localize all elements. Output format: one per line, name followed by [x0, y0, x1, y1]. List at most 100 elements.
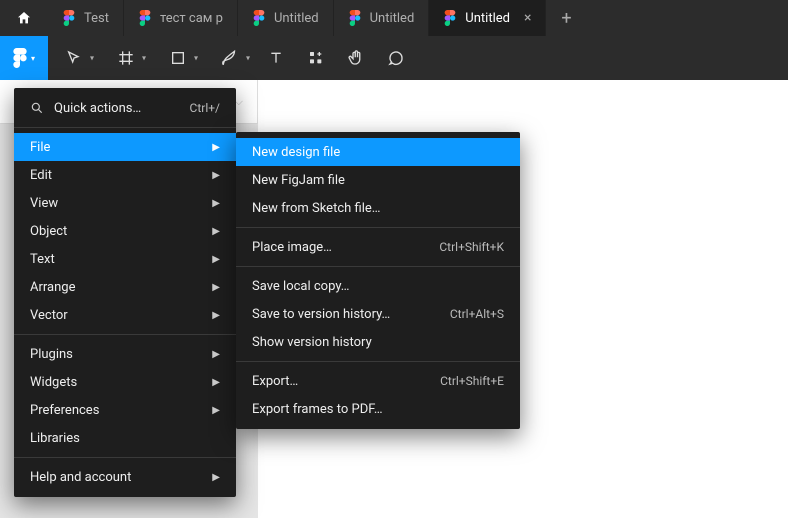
home-icon: [16, 10, 32, 26]
menu-label: Export frames to PDF…: [252, 402, 383, 417]
chevron-down-icon: ▾: [31, 54, 35, 63]
menu-preferences[interactable]: Preferences ▶: [14, 396, 236, 424]
close-tab-icon[interactable]: ×: [524, 10, 531, 26]
menu-separator: [14, 127, 236, 128]
menu-label: New FigJam file: [252, 173, 345, 188]
chevron-right-icon: ▶: [212, 310, 220, 321]
file-submenu: New design file New FigJam file New from S…: [236, 132, 520, 429]
menu-label: Export…: [252, 374, 298, 389]
chevron-down-icon: ▾: [90, 54, 94, 63]
menu-shortcut: Ctrl+Shift+K: [439, 240, 504, 254]
tab-label: Untitled: [274, 11, 319, 26]
chevron-right-icon: ▶: [212, 198, 220, 209]
pen-tool[interactable]: ▾: [204, 36, 256, 80]
figma-file-icon: [348, 11, 362, 25]
submenu-new-design[interactable]: New design file: [236, 138, 520, 166]
menu-label: Text: [30, 252, 55, 267]
menu-label: View: [30, 196, 58, 211]
text-tool[interactable]: [256, 36, 296, 80]
frame-tool[interactable]: ▾: [100, 36, 152, 80]
menu-arrange[interactable]: Arrange ▶: [14, 273, 236, 301]
chevron-right-icon: ▶: [212, 377, 220, 388]
menu-widgets[interactable]: Widgets ▶: [14, 368, 236, 396]
figma-file-icon: [252, 11, 266, 25]
figma-file-icon: [62, 11, 76, 25]
chevron-right-icon: ▶: [212, 226, 220, 237]
figma-menu-button[interactable]: ▾: [0, 36, 48, 80]
toolbar: ▾ ▾ ▾ ▾ ▾: [0, 36, 788, 80]
submenu-export[interactable]: Export…Ctrl+Shift+E: [236, 367, 520, 395]
menu-label: Object: [30, 224, 67, 239]
shape-tool[interactable]: ▾: [152, 36, 204, 80]
tab-label: Untitled: [465, 11, 510, 26]
chevron-right-icon: ▶: [212, 472, 220, 483]
submenu-export-pdf[interactable]: Export frames to PDF…: [236, 395, 520, 423]
menu-label: Arrange: [30, 280, 75, 295]
plus-icon: +: [561, 8, 571, 29]
tab-label: Untitled: [370, 11, 415, 26]
menu-label: Edit: [30, 168, 52, 183]
menu-vector[interactable]: Vector ▶: [14, 301, 236, 329]
menu-shortcut: Ctrl+/: [190, 101, 220, 115]
chevron-right-icon: ▶: [212, 170, 220, 181]
resources-tool[interactable]: [296, 36, 336, 80]
figma-logo-icon: [13, 48, 27, 68]
resources-icon: [308, 50, 324, 66]
comment-icon: [387, 49, 405, 67]
tab-3[interactable]: Untitled: [334, 0, 430, 36]
menu-label: Quick actions…: [54, 101, 141, 116]
submenu-new-sketch[interactable]: New from Sketch file…: [236, 194, 520, 222]
chevron-right-icon: ▶: [212, 405, 220, 416]
menu-text[interactable]: Text ▶: [14, 245, 236, 273]
chevron-right-icon: ▶: [212, 349, 220, 360]
menu-quick-actions[interactable]: Quick actions… Ctrl+/: [14, 94, 236, 122]
submenu-show-history[interactable]: Show version history: [236, 328, 520, 356]
menu-label: Libraries: [30, 431, 80, 446]
tab-0[interactable]: Test: [48, 0, 124, 36]
menu-label: Show version history: [252, 335, 372, 350]
search-icon: [30, 101, 44, 115]
move-icon: [66, 50, 82, 66]
menu-label: Preferences: [30, 403, 99, 418]
menu-libraries[interactable]: Libraries: [14, 424, 236, 452]
menu-object[interactable]: Object ▶: [14, 217, 236, 245]
hand-tool[interactable]: [336, 36, 376, 80]
menu-label: Widgets: [30, 375, 77, 390]
chevron-right-icon: ▶: [212, 282, 220, 293]
menu-label: Plugins: [30, 347, 73, 362]
move-tool[interactable]: ▾: [48, 36, 100, 80]
menu-label: New from Sketch file…: [252, 201, 380, 216]
home-button[interactable]: [0, 0, 48, 36]
menu-help[interactable]: Help and account▶: [14, 463, 236, 491]
menu-label: File: [30, 140, 50, 155]
submenu-place-image[interactable]: Place image…Ctrl+Shift+K: [236, 233, 520, 261]
toolbar-tools: ▾ ▾ ▾ ▾: [48, 36, 416, 80]
rectangle-icon: [170, 50, 186, 66]
main-menu: Quick actions… Ctrl+/ File▶Edit▶View▶Obj…: [14, 88, 236, 497]
tab-1[interactable]: тест сам р: [124, 0, 238, 36]
submenu-new-figjam[interactable]: New FigJam file: [236, 166, 520, 194]
menu-separator: [14, 334, 236, 335]
new-tab-button[interactable]: +: [546, 0, 586, 36]
menu-view[interactable]: View ▶: [14, 189, 236, 217]
menu-separator: [236, 227, 520, 228]
menu-label: Save to version history…: [252, 307, 390, 322]
chevron-right-icon: ▶: [212, 254, 220, 265]
submenu-save-local[interactable]: Save local copy…: [236, 272, 520, 300]
figma-file-icon: [138, 11, 152, 25]
menu-file[interactable]: File ▶: [14, 133, 236, 161]
tab-2[interactable]: Untitled: [238, 0, 334, 36]
menu-separator: [236, 266, 520, 267]
tab-4[interactable]: Untitled ×: [429, 0, 546, 36]
tab-label: Test: [84, 11, 109, 26]
menu-label: Save local copy…: [252, 279, 349, 294]
menu-edit[interactable]: Edit ▶: [14, 161, 236, 189]
tab-label: тест сам р: [160, 11, 223, 26]
submenu-save-version[interactable]: Save to version history…Ctrl+Alt+S: [236, 300, 520, 328]
menu-plugins[interactable]: Plugins ▶: [14, 340, 236, 368]
chevron-down-icon: ▾: [194, 54, 198, 63]
comment-tool[interactable]: [376, 36, 416, 80]
menu-label: Vector: [30, 308, 68, 323]
chevron-right-icon: ▶: [212, 142, 220, 153]
pen-icon: [221, 49, 239, 67]
